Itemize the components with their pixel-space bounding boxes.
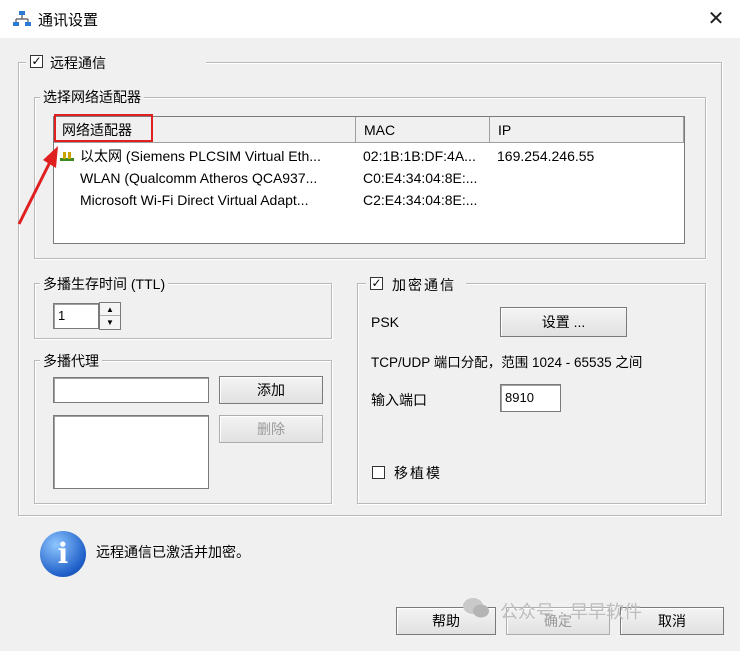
network-icon <box>13 11 31 26</box>
port-range-text: TCP/UDP 端口分配，范围 1024 - 65535 之间 <box>371 355 643 370</box>
psk-settings-button[interactable]: 设置 ... <box>500 307 627 337</box>
info-icon: i <box>40 531 86 577</box>
delete-button[interactable]: 删除 <box>219 415 323 443</box>
psk-label: PSK <box>371 314 400 330</box>
annotation-arrow-icon <box>17 146 58 225</box>
remote-comm-label: 远程通信 <box>50 55 106 71</box>
encrypt-checkbox[interactable]: ✓ <box>370 277 383 290</box>
window-title: 通讯设置 <box>38 12 99 29</box>
port-input[interactable]: 8910 <box>500 384 561 412</box>
adapter-name: WLAN (Qualcomm Atheros QCA937... <box>80 170 318 186</box>
adapter-name: Microsoft Wi-Fi Direct Virtual Adapt... <box>80 192 309 208</box>
annotation-highlight-box <box>54 114 153 142</box>
adapter-group-legend: 选择网络适配器 <box>40 87 144 107</box>
adapter-name: 以太网 (Siemens PLCSIM Virtual Eth... <box>80 148 321 164</box>
ttl-input[interactable]: 1 <box>53 303 99 329</box>
remote-comm-checkbox[interactable]: ✓ <box>30 55 43 68</box>
add-button[interactable]: 添加 <box>219 376 323 404</box>
adapter-mac: 02:1B:1B:DF:4A... <box>363 148 476 164</box>
proxy-group-legend: 多播代理 <box>40 351 102 371</box>
title-bar: 通讯设置 ✕ <box>0 0 740 38</box>
close-button[interactable]: ✕ <box>700 4 732 34</box>
input-port-label: 输入端口 <box>371 392 427 408</box>
table-row[interactable]: Microsoft Wi-Fi Direct Virtual Adapt... … <box>54 189 684 211</box>
transplant-checkbox[interactable] <box>372 466 385 479</box>
column-header-ip[interactable]: IP <box>490 117 684 143</box>
encrypt-label: 加密通信 <box>392 277 456 293</box>
remote-comm-legend: ✓ 远程通信 <box>26 52 206 72</box>
ttl-spinner[interactable]: ▲ ▼ <box>99 302 121 330</box>
proxy-list[interactable] <box>53 415 209 489</box>
proxy-address-input[interactable] <box>53 377 209 403</box>
adapter-mac: C2:E4:34:04:8E:... <box>363 192 478 208</box>
table-row[interactable]: WLAN (Qualcomm Atheros QCA937... C0:E4:3… <box>54 167 684 189</box>
spin-down-icon[interactable]: ▼ <box>100 316 120 329</box>
column-header-mac[interactable]: MAC <box>356 117 490 143</box>
ttl-group-legend: 多播生存时间 (TTL) <box>40 274 169 294</box>
spin-up-icon[interactable]: ▲ <box>100 303 120 316</box>
status-text: 远程通信已激活并加密。 <box>96 544 250 560</box>
transplant-label: 移植模 <box>394 465 442 481</box>
wechat-logo-icon <box>462 596 490 620</box>
encrypt-group-legend: ✓ 加密通信 <box>366 274 466 294</box>
table-row[interactable]: 以太网 (Siemens PLCSIM Virtual Eth... 02:1B… <box>54 145 684 167</box>
watermark-text: 公众号 · 早早软件 <box>500 602 642 622</box>
adapter-ip: 169.254.246.55 <box>497 148 595 164</box>
adapter-mac: C0:E4:34:04:8E:... <box>363 170 478 186</box>
